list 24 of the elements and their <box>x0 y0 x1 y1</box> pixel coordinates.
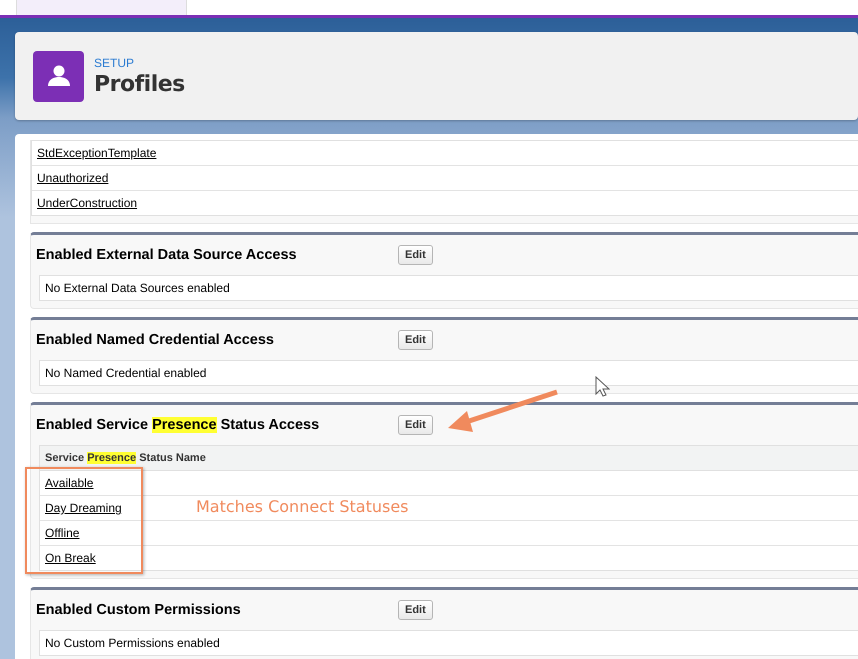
edit-button[interactable]: Edit <box>398 600 433 620</box>
profile-icon <box>33 50 84 102</box>
status-link[interactable]: Offline <box>45 526 80 540</box>
page-link[interactable]: StdExceptionTemplate <box>37 146 156 160</box>
empty-message: No Custom Permissions enabled <box>45 636 220 650</box>
status-link[interactable]: Available <box>45 476 94 490</box>
section-title: Enabled Service Presence Status Access <box>36 417 320 433</box>
column-header: Service Presence Status Name <box>45 452 206 464</box>
status-link[interactable]: Day Dreaming <box>45 501 122 515</box>
page-link[interactable]: UnderConstruction <box>37 196 138 210</box>
page-link[interactable]: Unauthorized <box>37 171 108 185</box>
edit-button[interactable]: Edit <box>398 330 433 350</box>
browser-tab[interactable] <box>16 0 187 15</box>
page-title: Profiles <box>94 72 185 96</box>
empty-message: No External Data Sources enabled <box>45 281 230 295</box>
edit-button[interactable]: Edit <box>398 415 433 435</box>
status-link[interactable]: On Break <box>45 551 96 565</box>
breadcrumb-label: SETUP <box>94 56 136 70</box>
edit-button[interactable]: Edit <box>398 245 433 265</box>
empty-message: No Named Credential enabled <box>45 366 206 380</box>
section-title: Enabled External Data Source Access <box>36 247 298 263</box>
annotation-text: Matches Connect Statuses <box>196 497 408 516</box>
section-title: Enabled Custom Permissions <box>36 602 242 618</box>
section-title: Enabled Named Credential Access <box>36 332 275 348</box>
